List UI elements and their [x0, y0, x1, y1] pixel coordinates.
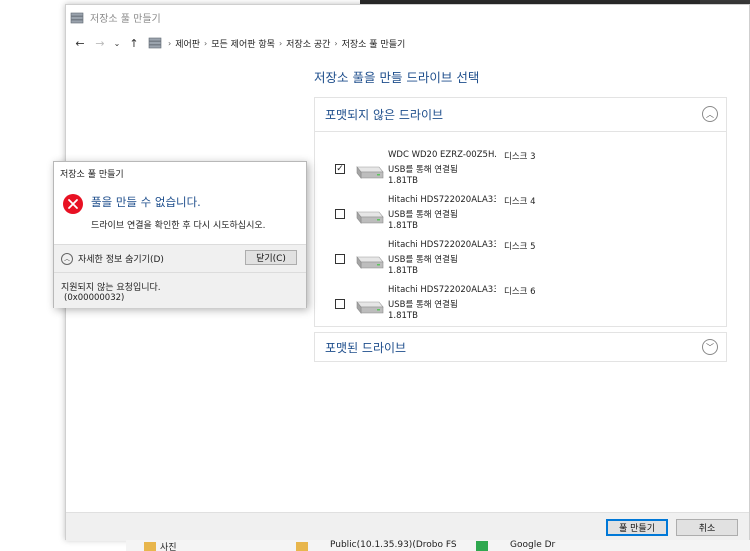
drive-name: Hitachi HDS722020ALA33...	[388, 240, 496, 250]
divider	[54, 272, 306, 273]
storage-spaces-icon	[70, 12, 84, 23]
create-pool-button[interactable]: 풀 만들기	[606, 519, 668, 536]
google-drive-icon	[476, 541, 488, 551]
collapse-chevron-up-icon[interactable]: ︿	[702, 106, 718, 122]
dialog-footer: ︿ 자세한 정보 숨기기(D) 닫기(C) 지원되지 않는 요청입니다. (0x…	[54, 244, 306, 308]
page-heading: 저장소 풀을 만들 드라이브 선택	[314, 70, 480, 85]
background-file-list: 사진 Public(10.1.35.93)(Drobo FS Google Dr	[126, 540, 750, 551]
drive-connection: USB를 통해 연결됨	[388, 210, 458, 220]
drive-connection: USB를 통해 연결됨	[388, 300, 458, 310]
drive-checkbox[interactable]	[335, 299, 345, 309]
drive-size: 1.81TB	[388, 221, 418, 231]
hard-drive-icon	[356, 256, 384, 269]
disk-number: 디스크 3	[504, 152, 536, 162]
hard-drive-icon	[356, 211, 384, 224]
control-panel-icon	[148, 37, 162, 49]
error-main-instruction: 풀을 만들 수 없습니다.	[91, 195, 201, 209]
recent-locations-chevron-icon[interactable]: ⌄	[112, 35, 122, 51]
breadcrumb-create-pool[interactable]: 저장소 풀 만들기	[342, 37, 406, 50]
hard-drive-icon	[356, 301, 384, 314]
breadcrumb-separator-icon[interactable]: ›	[204, 39, 207, 48]
peek-item-public-share[interactable]: Public(10.1.35.93)(Drobo FS	[330, 540, 457, 550]
drive-checkbox[interactable]	[335, 254, 345, 264]
error-content: 드라이브 연결을 확인한 후 다시 시도하십시오.	[91, 221, 266, 231]
details-toggle-label[interactable]: 자세한 정보 숨기기(D)	[78, 252, 164, 265]
drive-checkbox[interactable]: ✓	[335, 164, 345, 174]
peek-item-photos[interactable]: 사진	[160, 540, 177, 551]
unformatted-drives-title: 포맷되지 않은 드라이브	[325, 108, 444, 122]
peek-item-google-drive[interactable]: Google Dr	[510, 540, 555, 550]
drive-name: Hitachi HDS722020ALA33...	[388, 195, 496, 205]
screen: 저장소 풀 만들기 ← → ⌄ ↑ › 제어판 › 모든 제어판 항목 › 저장…	[0, 0, 750, 551]
breadcrumb-storage-spaces[interactable]: 저장소 공간	[286, 37, 330, 50]
drive-row[interactable]: Hitachi HDS722020ALA33... 디스크 6 USB를 통해 …	[335, 285, 715, 325]
up-arrow-icon[interactable]: ↑	[126, 35, 142, 51]
unformatted-drives-header[interactable]: 포맷되지 않은 드라이브 ︿	[315, 98, 726, 132]
error-detail-message: 지원되지 않는 요청입니다.	[61, 283, 161, 293]
drive-row[interactable]: ✓ WDC WD20 EZRZ-00Z5H... 디스크 3 USB를 통해 연…	[335, 150, 715, 190]
drive-row[interactable]: Hitachi HDS722020ALA33... 디스크 5 USB를 통해 …	[335, 240, 715, 280]
breadcrumb-all-items[interactable]: 모든 제어판 항목	[211, 37, 275, 50]
drive-connection: USB를 통해 연결됨	[388, 255, 458, 265]
disk-number: 디스크 6	[504, 287, 536, 297]
details-toggle[interactable]: ︿ 자세한 정보 숨기기(D)	[61, 252, 164, 265]
back-arrow-icon[interactable]: ←	[72, 35, 88, 51]
error-dialog: 저장소 풀 만들기 풀을 만들 수 없습니다. 드라이브 연결을 확인한 후 다…	[53, 161, 307, 308]
expand-chevron-down-icon[interactable]: ﹀	[702, 339, 718, 355]
hard-drive-icon	[356, 166, 384, 179]
title-bar[interactable]: 저장소 풀 만들기	[66, 5, 749, 30]
drive-name: WDC WD20 EZRZ-00Z5H...	[388, 150, 496, 160]
drive-size: 1.81TB	[388, 311, 418, 321]
error-icon	[63, 194, 83, 214]
cancel-button[interactable]: 취소	[676, 519, 738, 536]
forward-arrow-icon[interactable]: →	[92, 35, 108, 51]
formatted-drives-header[interactable]: 포맷된 드라이브 ﹀	[314, 332, 727, 362]
photos-folder-icon	[144, 542, 156, 551]
drive-checkbox[interactable]	[335, 209, 345, 219]
drive-row[interactable]: Hitachi HDS722020ALA33... 디스크 4 USB를 통해 …	[335, 195, 715, 235]
disk-number: 디스크 4	[504, 197, 536, 207]
network-folder-icon	[296, 542, 308, 551]
window-title: 저장소 풀 만들기	[90, 14, 161, 25]
close-button[interactable]: 닫기(C)	[245, 250, 297, 265]
chevron-up-icon[interactable]: ︿	[61, 252, 73, 265]
drive-size: 1.81TB	[388, 266, 418, 276]
disk-number: 디스크 5	[504, 242, 536, 252]
window-footer: 풀 만들기 취소	[66, 512, 749, 541]
breadcrumb-control-panel[interactable]: 제어판	[175, 37, 200, 50]
breadcrumb-separator-icon[interactable]: ›	[279, 39, 282, 48]
error-detail-code: (0x00000032)	[64, 293, 125, 303]
drive-connection: USB를 통해 연결됨	[388, 165, 458, 175]
unformatted-drives-panel: 포맷되지 않은 드라이브 ︿ ✓ WDC WD20 EZRZ-00Z5H... …	[314, 97, 727, 327]
drive-name: Hitachi HDS722020ALA33...	[388, 285, 496, 295]
formatted-drives-title: 포맷된 드라이브	[325, 340, 407, 355]
breadcrumb-separator-icon[interactable]: ›	[334, 39, 337, 48]
address-bar: ← → ⌄ ↑ › 제어판 › 모든 제어판 항목 › 저장소 공간 › 저장소…	[66, 31, 749, 55]
drive-size: 1.81TB	[388, 176, 418, 186]
dialog-title: 저장소 풀 만들기	[60, 170, 124, 180]
breadcrumb-separator-icon[interactable]: ›	[168, 39, 171, 48]
